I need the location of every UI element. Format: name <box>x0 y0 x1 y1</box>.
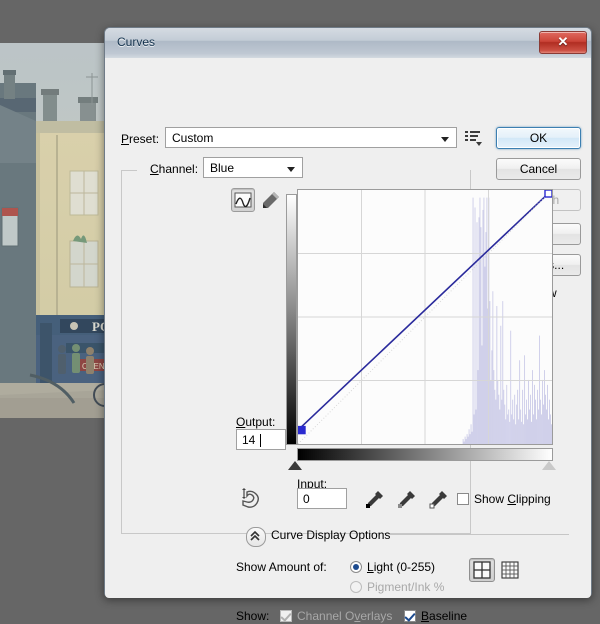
dialog-title: Curves <box>117 35 156 49</box>
show-label: Show: <box>236 609 270 623</box>
on-image-adjustment-icon[interactable] <box>238 488 262 510</box>
curve-display-options-title: Curve Display Options <box>271 528 391 542</box>
cancel-button[interactable]: Cancel <box>496 158 581 180</box>
chevron-down-icon <box>287 167 295 172</box>
show-clipping-row[interactable]: Show Clipping <box>457 492 551 506</box>
channel-label: Channel: <box>150 162 199 176</box>
preset-menu-icon[interactable] <box>464 128 483 146</box>
curve-tool-icon[interactable] <box>231 188 255 212</box>
curves-dialog: Curves ✕ Preset: Custom OK Cancel Channe… <box>104 27 592 623</box>
white-point-eyedropper-icon[interactable] <box>428 488 450 510</box>
gray-point-eyedropper-icon[interactable] <box>396 488 418 510</box>
section-divider <box>389 534 569 535</box>
input-value: 0 <box>303 492 310 506</box>
show-clipping-checkbox[interactable] <box>457 493 469 505</box>
radio-pigment-label: Pigment/Ink % <box>367 580 445 594</box>
preset-value: Custom <box>172 131 214 145</box>
black-point-eyedropper-icon[interactable] <box>364 488 386 510</box>
output-label: Output: <box>236 415 276 429</box>
text-caret <box>260 434 261 447</box>
channel-value: Blue <box>210 161 235 175</box>
grid-fine-button[interactable] <box>497 558 523 582</box>
baseline-row[interactable]: Baseline <box>404 609 467 623</box>
radio-light-button[interactable] <box>350 561 362 573</box>
output-gradient-strip <box>286 194 297 445</box>
input-input[interactable]: 0 <box>297 488 347 509</box>
radio-pigment-button[interactable] <box>350 581 362 593</box>
channel-overlays-label: Channel Overlays <box>297 609 393 623</box>
output-value: 14 <box>242 433 256 447</box>
channel-overlays-checkbox <box>280 610 292 622</box>
show-amount-label: Show Amount of: <box>236 560 327 574</box>
output-input[interactable]: 14 <box>236 429 286 450</box>
curves-graph[interactable] <box>297 189 553 445</box>
baseline-checkbox[interactable] <box>404 610 416 622</box>
radio-pigment[interactable]: Pigment/Ink % <box>350 580 444 594</box>
channel-dropdown[interactable]: Blue <box>203 157 303 178</box>
chevron-down-icon <box>441 137 449 142</box>
grid-coarse-button[interactable] <box>469 558 495 582</box>
group-border-segment <box>121 170 137 171</box>
baseline-label: Baseline <box>421 609 468 623</box>
dialog-titlebar[interactable]: Curves ✕ <box>105 28 591 58</box>
curve-display-options-toggle[interactable] <box>246 527 266 547</box>
close-icon: ✕ <box>557 34 569 49</box>
channel-overlays-row: Channel Overlays <box>280 609 392 623</box>
preset-dropdown[interactable]: Custom <box>165 127 457 148</box>
white-point-slider[interactable] <box>542 461 556 470</box>
preset-label: Preset: <box>121 132 160 146</box>
dialog-body: Preset: Custom OK Cancel Smooth A <box>105 58 591 623</box>
radio-light-label: Light (0-255) <box>367 560 436 574</box>
curve-plot-svg <box>298 190 552 444</box>
radio-light[interactable]: Light (0-255) <box>350 560 435 574</box>
ok-button[interactable]: OK <box>496 127 581 149</box>
pencil-tool-icon[interactable] <box>259 188 283 212</box>
black-point-slider[interactable] <box>288 461 302 470</box>
input-gradient-strip <box>297 448 553 461</box>
show-clipping-label: Show Clipping <box>474 492 551 506</box>
close-button[interactable]: ✕ <box>539 31 587 54</box>
screen: POPPI OPEN <box>0 0 600 624</box>
